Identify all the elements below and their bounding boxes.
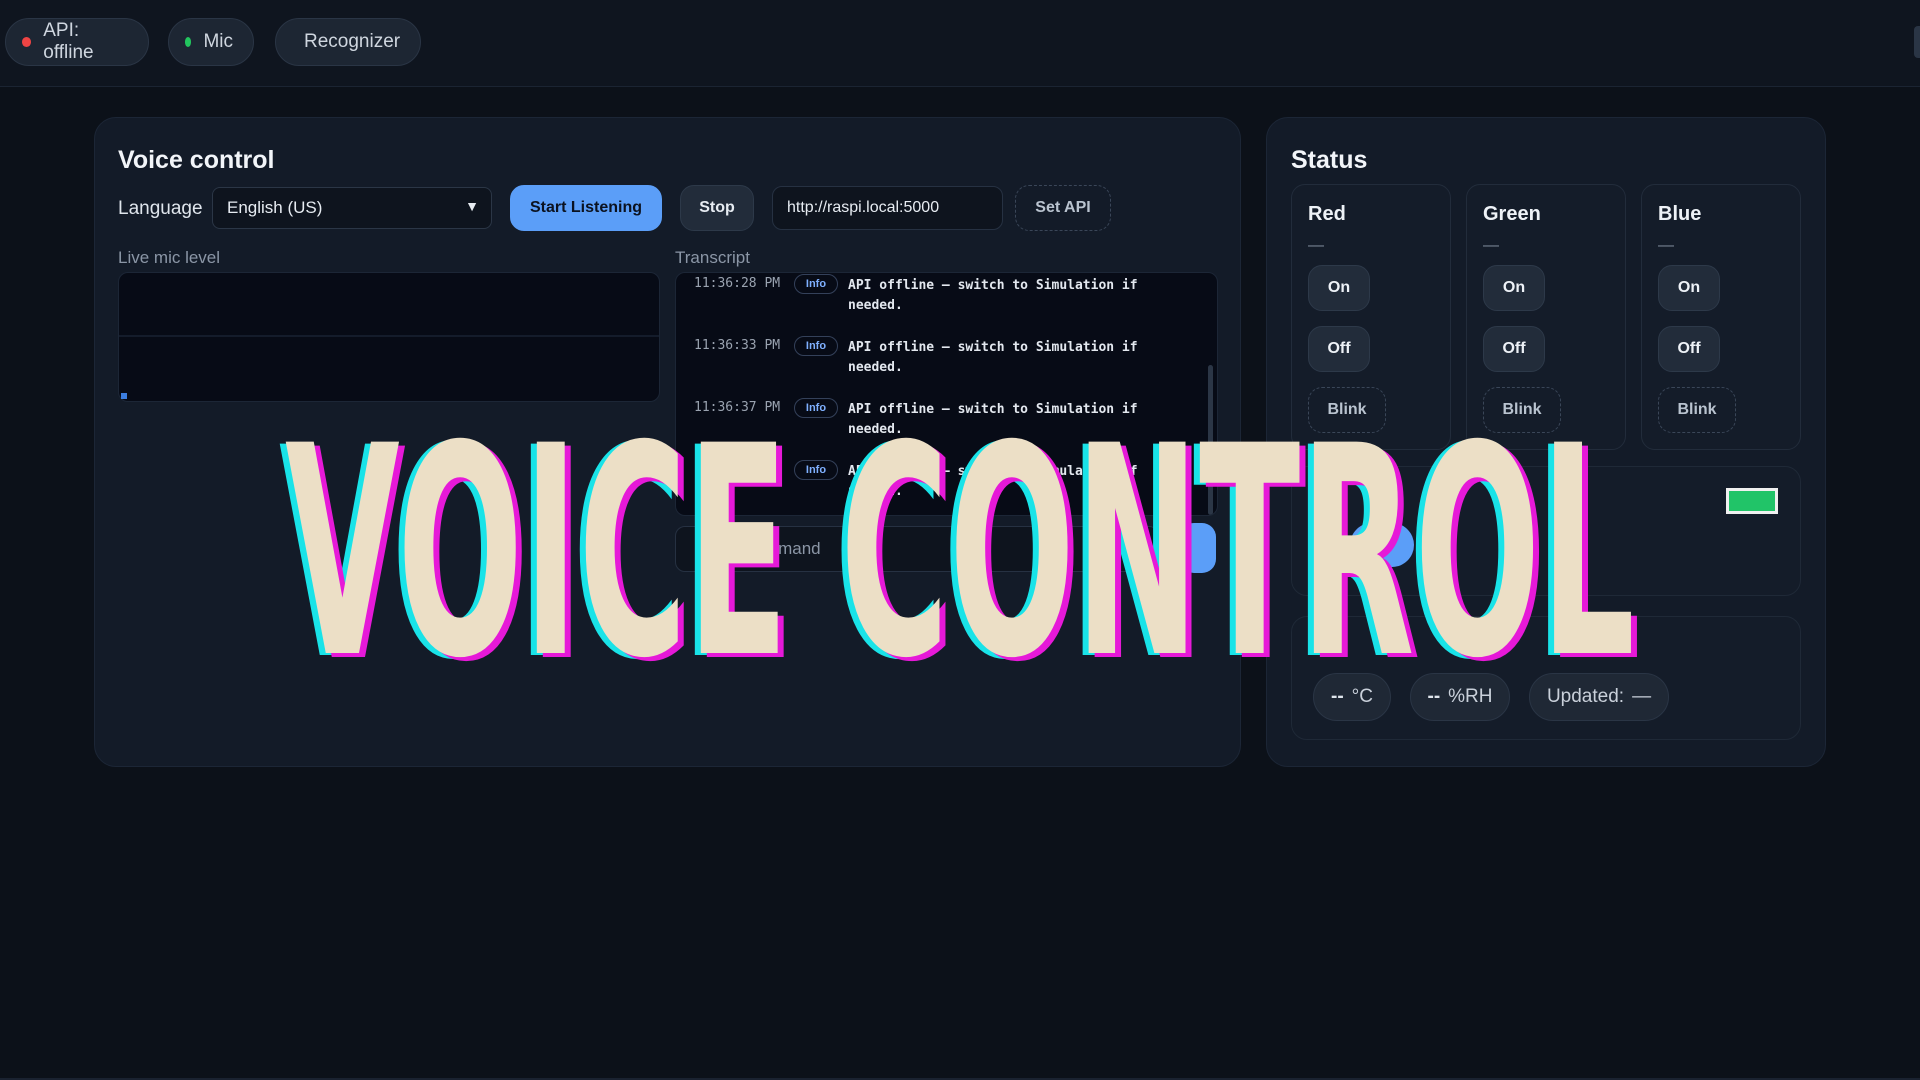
apply-color-button[interactable] — [1350, 523, 1414, 567]
mic-level-indicator — [121, 393, 127, 399]
temperature-value: -- — [1331, 686, 1344, 707]
entry-text: API offline — switch to Simulation if ne… — [848, 278, 1138, 313]
led-card-blue: Blue — On Off Blink — [1641, 184, 1801, 450]
api-status-dot-icon — [22, 37, 32, 47]
entry-text: API offline — switch to Simulation if ne… — [848, 340, 1138, 375]
api-status-pill[interactable]: API: offline — [5, 18, 149, 66]
api-status-label: API: offline — [43, 20, 94, 63]
green-blink-button[interactable]: Blink — [1483, 387, 1561, 433]
entry-badge: Info — [794, 336, 838, 356]
entry-badge: Info — [794, 398, 838, 418]
language-label: Language — [118, 198, 203, 219]
send-command-button[interactable] — [1180, 523, 1216, 573]
voice-card-title: Voice control — [118, 146, 275, 174]
led-name: Red — [1308, 203, 1346, 225]
led-state: — — [1483, 237, 1499, 254]
entry-text: API offline — switch to Simulation if ne… — [848, 402, 1138, 437]
mic-level-meter — [118, 272, 660, 402]
entry-time: 11:36:37 PM — [694, 400, 781, 415]
led-state: — — [1308, 237, 1324, 254]
led-card-red: Red — On Off Blink — [1291, 184, 1451, 450]
blue-blink-button[interactable]: Blink — [1658, 387, 1736, 433]
updated-value: — — [1632, 686, 1652, 707]
updated-label: Updated: — [1546, 686, 1625, 707]
recognizer-status-pill[interactable]: Recognizer — [275, 18, 421, 66]
blue-off-button[interactable]: Off — [1658, 326, 1720, 372]
entry-time: 11:36:41 PM — [694, 462, 781, 477]
language-select[interactable]: English (US) ▼ — [212, 187, 492, 229]
topbar-edge-tab[interactable] — [1914, 26, 1920, 58]
mic-status-dot-icon — [185, 37, 192, 47]
voice-control-card: Voice control Language English (US) ▼ St… — [94, 117, 1241, 767]
mic-status-label: Mic — [203, 31, 233, 52]
entry-time: 11:36:28 PM — [694, 276, 781, 291]
humidity-unit: %RH — [1448, 686, 1493, 707]
top-status-bar: API: offline Mic Recognizer — [0, 0, 1920, 87]
start-listening-button[interactable]: Start Listening — [510, 185, 662, 231]
updated-chip: Updated: — — [1529, 673, 1669, 721]
temperature-chip: -- °C — [1313, 673, 1391, 721]
led-name: Blue — [1658, 203, 1702, 225]
sensor-panel: -- °C -- %RH Updated: — — [1291, 616, 1801, 740]
entry-badge: Info — [794, 460, 838, 480]
color-control-panel — [1291, 466, 1801, 596]
red-off-button[interactable]: Off — [1308, 326, 1370, 372]
transcript-log[interactable]: 11:36:28 PM Info API offline — switch to… — [675, 272, 1218, 516]
green-off-button[interactable]: Off — [1483, 326, 1545, 372]
red-on-button[interactable]: On — [1308, 265, 1370, 311]
blue-on-button[interactable]: On — [1658, 265, 1720, 311]
mic-level-label: Live mic level — [118, 248, 221, 267]
led-state: — — [1658, 237, 1674, 254]
led-name: Green — [1483, 203, 1541, 225]
transcript-label: Transcript — [675, 248, 750, 267]
status-card-title: Status — [1291, 146, 1368, 174]
chevron-down-icon: ▼ — [465, 198, 479, 214]
red-blink-button[interactable]: Blink — [1308, 387, 1386, 433]
mic-level-baseline — [119, 335, 659, 337]
humidity-chip: -- %RH — [1410, 673, 1510, 721]
command-input[interactable]: command — [675, 526, 1159, 572]
humidity-value: -- — [1427, 686, 1441, 707]
green-on-button[interactable]: On — [1483, 265, 1545, 311]
set-api-button[interactable]: Set API — [1015, 185, 1111, 231]
transcript-scrollbar[interactable] — [1208, 365, 1213, 515]
temperature-unit: °C — [1351, 686, 1373, 707]
entry-text: API offline — switch to Simulation if ne… — [848, 464, 1138, 499]
stop-button[interactable]: Stop — [680, 185, 754, 231]
led-card-green: Green — On Off Blink — [1466, 184, 1626, 450]
entry-time: 11:36:33 PM — [694, 338, 781, 353]
mic-status-pill[interactable]: Mic — [168, 18, 254, 66]
api-url-input[interactable]: http://raspi.local:5000 — [772, 186, 1003, 230]
recognizer-status-label: Recognizer — [304, 31, 401, 52]
color-swatch[interactable] — [1726, 488, 1778, 514]
language-select-value: English (US) — [227, 198, 323, 217]
entry-badge: Info — [794, 274, 838, 294]
